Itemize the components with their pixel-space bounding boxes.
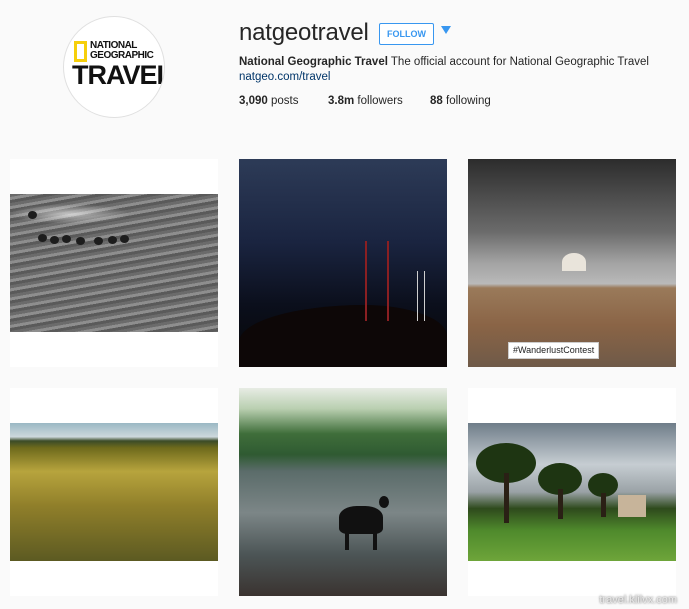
follow-button[interactable]: FOLLOW xyxy=(379,23,434,45)
following-count: 88 xyxy=(430,95,443,107)
watermark: travel.klilvx.com xyxy=(599,594,677,606)
post-tile-2[interactable] xyxy=(239,159,447,367)
photo-trees-park xyxy=(468,423,676,561)
bio: National Geographic Travel The official … xyxy=(239,55,649,85)
followers-stat[interactable]: 3.8m followers xyxy=(328,95,403,107)
posts-count: 3,090 xyxy=(239,95,268,107)
posts-stat: 3,090 posts xyxy=(239,95,298,107)
username: natgeotravel xyxy=(239,19,369,46)
post-tile-4[interactable] xyxy=(10,388,218,596)
profile-avatar[interactable]: NATIONAL GEOGRAPHIC TRAVEL xyxy=(63,16,165,118)
avatar-brand-bottom: TRAVEL xyxy=(72,60,165,90)
natgeo-logo-icon xyxy=(74,41,87,62)
photo-night-headframe xyxy=(239,159,447,367)
photo-wheat-field xyxy=(10,423,218,561)
post-tile-6[interactable] xyxy=(468,388,676,596)
followers-count: 3.8m xyxy=(328,95,355,107)
followers-label: followers xyxy=(357,95,403,107)
post-tile-5[interactable] xyxy=(239,388,447,596)
post-tile-3[interactable]: #WanderlustContest xyxy=(468,159,676,367)
photo-taj-mahal: #WanderlustContest xyxy=(468,159,676,367)
photo-bw-field xyxy=(10,194,218,332)
following-stat[interactable]: 88 following xyxy=(430,95,491,107)
post-tile-1[interactable] xyxy=(10,159,218,367)
full-name: National Geographic Travel xyxy=(239,56,388,68)
bio-text: The official account for National Geogra… xyxy=(390,56,649,68)
hashtag-label: #WanderlustContest xyxy=(508,342,600,359)
options-dropdown-icon[interactable] xyxy=(441,26,451,34)
photo-dog-lake xyxy=(239,388,447,596)
website-link[interactable]: natgeo.com/travel xyxy=(239,71,330,83)
following-label: following xyxy=(446,95,491,107)
posts-label: posts xyxy=(270,95,299,107)
